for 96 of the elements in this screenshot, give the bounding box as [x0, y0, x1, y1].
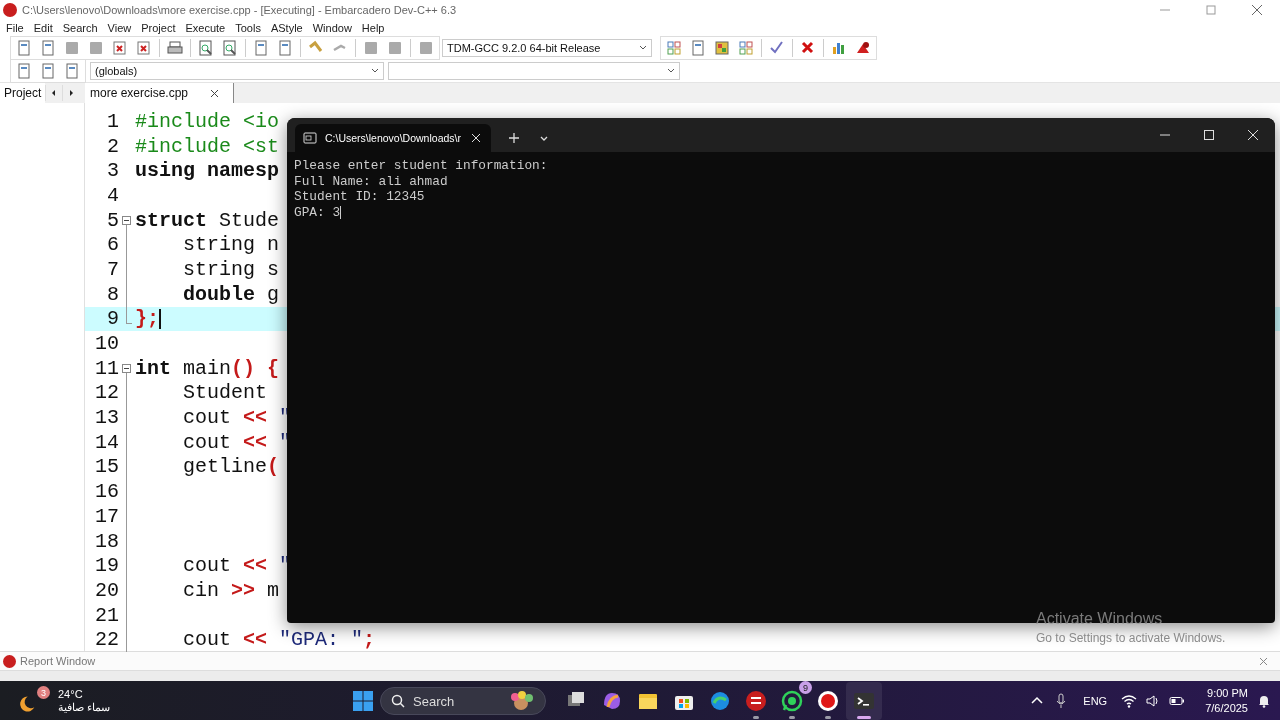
scope-dropdown[interactable]: (globals): [90, 62, 384, 80]
language-indicator[interactable]: ENG: [1083, 695, 1108, 707]
line-number: 10: [94, 332, 119, 356]
palette-icon[interactable]: [713, 39, 731, 57]
terminal-icon: [303, 131, 317, 145]
line-number: 19: [94, 554, 119, 578]
line-number: 20: [94, 578, 119, 602]
collapse-icon[interactable]: [122, 215, 131, 225]
code-line: cin >> m: [182, 578, 280, 602]
print-icon[interactable]: [166, 39, 184, 57]
weather-condition: سماء صافية: [58, 701, 111, 714]
replace-icon[interactable]: [221, 39, 239, 57]
code-line: struct Stude: [135, 208, 280, 232]
line-number: 6: [106, 233, 119, 257]
line-number: 13: [94, 406, 119, 430]
app-logo-icon: [3, 3, 17, 17]
code-line: int main() {: [135, 356, 280, 380]
new-tab-icon[interactable]: [507, 131, 521, 145]
code-line: double g: [182, 282, 280, 306]
caret-icon: [667, 67, 675, 75]
terminal-tab[interactable]: C:\Users\lenovo\Downloads\r: [295, 124, 491, 152]
wifi-icon[interactable]: [1121, 693, 1138, 709]
close-file-icon[interactable]: [111, 39, 129, 57]
console-output: GPA: 3: [294, 204, 341, 220]
menu-item[interactable]: Execute: [181, 22, 230, 34]
menu-item[interactable]: Edit: [29, 22, 57, 34]
grid-icon[interactable]: [737, 39, 755, 57]
menu-item[interactable]: Tools: [231, 22, 265, 34]
menu-item[interactable]: AStyle: [266, 22, 307, 34]
panel-title[interactable]: Report Window: [20, 655, 96, 667]
console-output: Please enter student information:: [294, 158, 548, 173]
clock-date[interactable]: 7/6/2025: [1205, 701, 1248, 716]
menu-item[interactable]: Help: [357, 22, 389, 34]
new-file-icon[interactable]: [15, 39, 33, 57]
code-line: using namesp: [135, 159, 280, 183]
close-icon[interactable]: [469, 131, 483, 145]
temperature: 24°C: [58, 688, 84, 701]
compiler-dropdown[interactable]: TDM-GCC 9.2.0 64-bit Release: [442, 39, 652, 57]
whatsapp-app-icon[interactable]: [780, 689, 804, 713]
line-number: 8: [106, 282, 119, 306]
close-all-icon[interactable]: [135, 39, 153, 57]
taskbar-button[interactable]: [846, 682, 882, 720]
maximize-icon[interactable]: [1204, 130, 1214, 140]
line-number: 16: [94, 480, 119, 504]
recorder-app-icon[interactable]: [816, 689, 840, 713]
edge-app-icon[interactable]: [708, 689, 732, 713]
search-icon: [391, 694, 405, 708]
find-icon[interactable]: [197, 39, 215, 57]
caret-icon: [639, 44, 647, 52]
clock-time[interactable]: 9:00 PM: [1207, 686, 1248, 701]
activation-hint: Go to Settings to activate Windows.: [1036, 631, 1226, 645]
line-number: 1: [106, 109, 119, 133]
line-number: 17: [94, 504, 119, 528]
project-tab[interactable]: Project: [0, 83, 46, 103]
line-number: 3: [106, 159, 119, 183]
code-line: };: [135, 307, 161, 331]
code-line: string s: [182, 257, 280, 281]
line-number: 7: [106, 257, 119, 281]
line-number: 21: [94, 603, 119, 627]
search-field[interactable]: Search: [380, 687, 546, 715]
line-number: 11: [94, 356, 119, 380]
notification-badge: 9: [799, 681, 812, 694]
code-line: string n: [182, 233, 280, 257]
console-output: Full Name: ali ahmad: [294, 173, 448, 189]
grid-icon[interactable]: [665, 39, 683, 57]
activation-title: Activate Windows: [1036, 610, 1164, 628]
menu-item[interactable]: View: [103, 22, 136, 34]
code-line: #include <io: [135, 109, 280, 133]
line-number: 14: [94, 430, 119, 454]
line-number: 5: [106, 208, 119, 232]
menu-item[interactable]: Search: [58, 22, 102, 34]
collapse-icon[interactable]: [122, 363, 131, 373]
menu-item[interactable]: Project: [137, 22, 180, 34]
taskbar-button[interactable]: 9: [774, 682, 810, 720]
console-output: Student ID: 12345: [294, 189, 425, 204]
line-number: 4: [106, 183, 119, 207]
line-number: 22: [94, 628, 119, 652]
line-number: 2: [106, 134, 119, 158]
file-tab[interactable]: more exercise.cpp: [85, 83, 235, 103]
start-icon[interactable]: [352, 690, 374, 712]
code-line: cout << "GPA: ";: [182, 628, 376, 652]
line-number: 15: [94, 455, 119, 479]
line-number: 12: [94, 381, 119, 405]
window-title: C:\Users\lenovo\Downloads\more exercise.cpp - [Executing] - Embarcadero Dev-C++ 6.3: [22, 4, 458, 16]
line-number: 18: [94, 529, 119, 553]
code-line: #include <st: [135, 134, 280, 158]
notification-badge: 3: [37, 686, 50, 699]
code-line: Student: [182, 381, 268, 405]
app-logo-icon: [3, 654, 16, 668]
caret-icon: [371, 67, 379, 75]
code-line: getline(: [182, 455, 280, 479]
devcpp-app-icon[interactable]: [744, 689, 768, 713]
menu-item[interactable]: File: [2, 22, 28, 34]
close-icon[interactable]: [210, 88, 220, 98]
line-number: 9: [106, 307, 119, 331]
menu-item[interactable]: Window: [308, 22, 356, 34]
